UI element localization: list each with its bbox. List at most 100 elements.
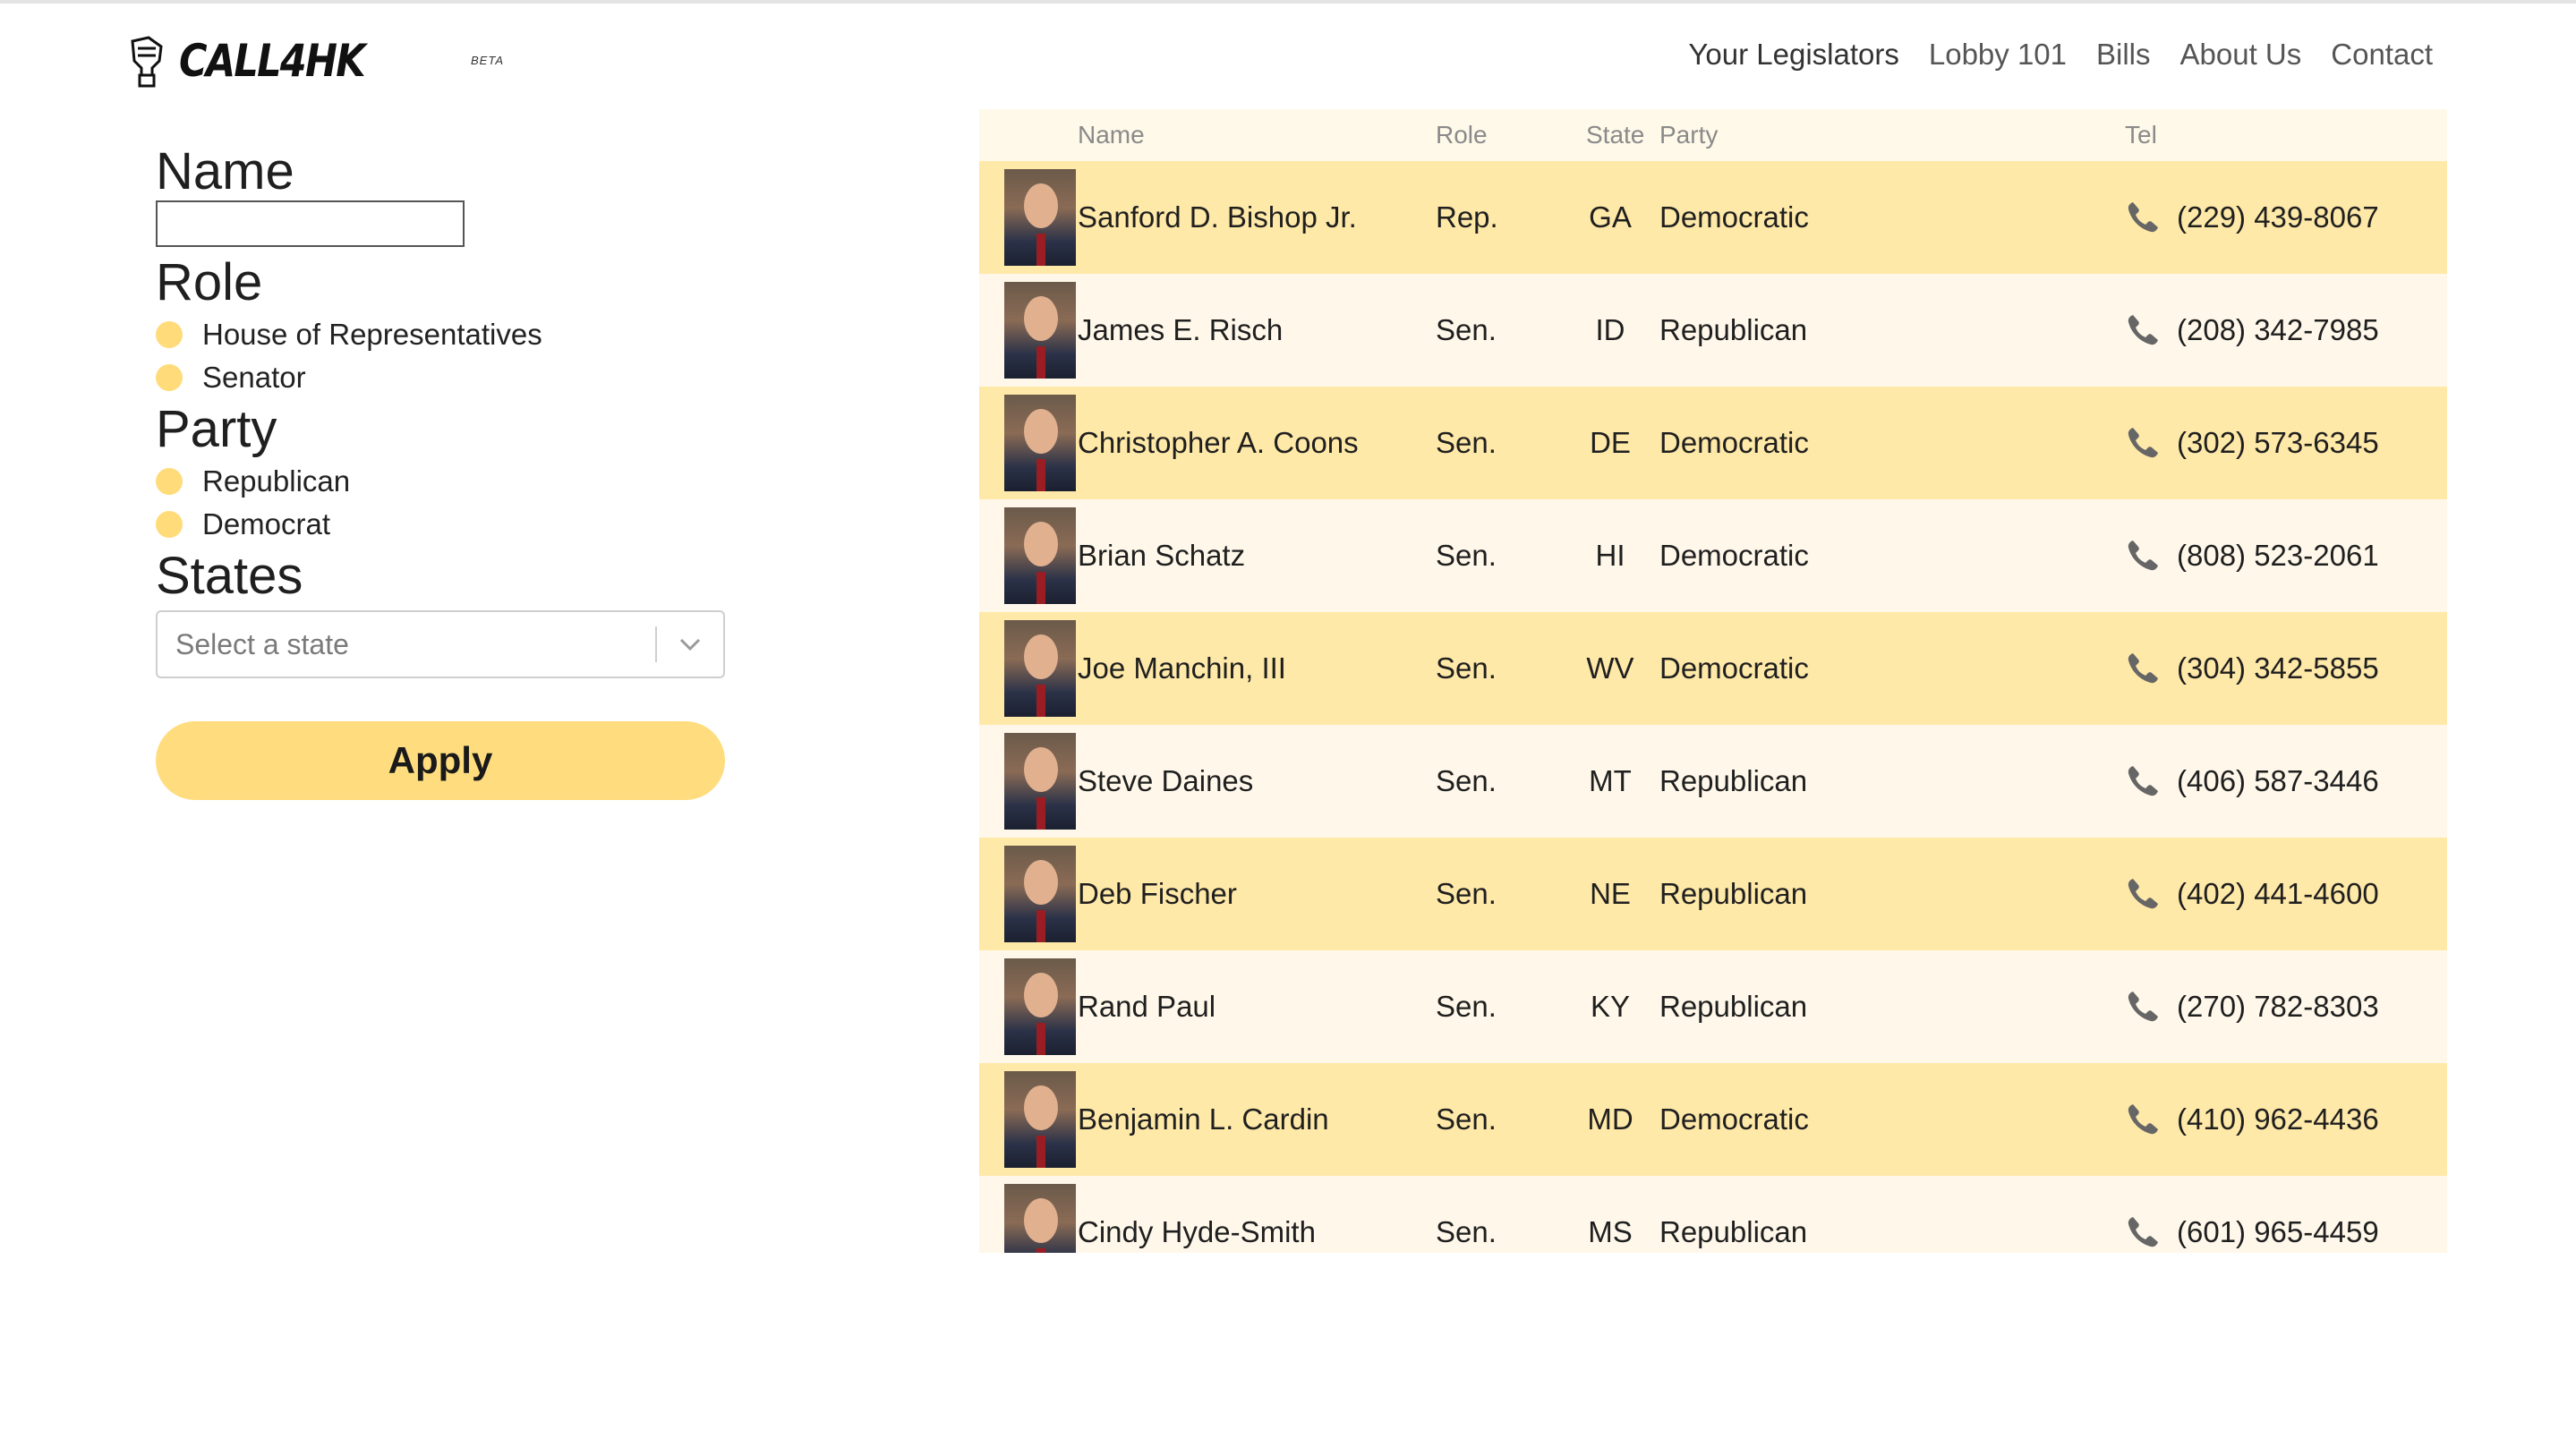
avatar-cell — [979, 1071, 1078, 1168]
legislator-state: NE — [1590, 877, 1631, 910]
phone-link[interactable]: (302) 573-6345 — [2125, 425, 2447, 461]
legislator-role: Sen. — [1436, 426, 1497, 459]
avatar-cell — [979, 395, 1078, 491]
phone-icon — [2128, 992, 2158, 1022]
role-radio-senator[interactable] — [156, 364, 183, 391]
legislator-name[interactable]: Rand Paul — [1078, 990, 1436, 1024]
phone-link[interactable]: (410) 962-4436 — [2125, 1102, 2447, 1137]
legislator-name[interactable]: Steve Daines — [1078, 764, 1436, 798]
party-heading: Party — [156, 400, 277, 458]
table-row[interactable]: Sanford D. Bishop Jr. Rep. GA Democratic (22… — [979, 161, 2447, 274]
table-row[interactable]: James E. Risch Sen. ID Republican (208) 342-… — [979, 274, 2447, 387]
legislator-name[interactable]: James E. Risch — [1078, 313, 1436, 347]
avatar-cell — [979, 282, 1078, 379]
role-heading: Role — [156, 253, 263, 311]
legislator-state: GA — [1589, 200, 1632, 234]
phone-link[interactable]: (601) 965-4459 — [2125, 1214, 2447, 1250]
legislators-table: Name Role State Party Tel Sanford D. Bis… — [979, 109, 2447, 1253]
table-row[interactable]: Deb Fischer Sen. NE Republican (402) 441-460… — [979, 838, 2447, 950]
legislator-role: Sen. — [1436, 539, 1497, 572]
legislator-role: Sen. — [1436, 313, 1497, 346]
table-row[interactable]: Joe Manchin, III Sen. WV Democratic (304) 34… — [979, 612, 2447, 725]
chevron-down-icon[interactable] — [657, 611, 723, 677]
table-row[interactable]: Rand Paul Sen. KY Republican (270) 782-8303 — [979, 950, 2447, 1063]
nav-about-us[interactable]: About Us — [2180, 38, 2302, 72]
legislator-party: Republican — [1659, 990, 1808, 1023]
legislator-state: HI — [1595, 539, 1625, 572]
avatar — [1004, 282, 1076, 379]
legislator-name[interactable]: Brian Schatz — [1078, 539, 1436, 573]
legislator-party: Republican — [1659, 764, 1808, 797]
phone-number[interactable]: (302) 573-6345 — [2177, 426, 2379, 460]
legislator-name[interactable]: Benjamin L. Cardin — [1078, 1102, 1436, 1136]
name-input[interactable] — [156, 200, 465, 247]
col-header-party[interactable]: Party — [1659, 121, 2125, 149]
phone-number[interactable]: (808) 523-2061 — [2177, 539, 2379, 573]
role-radio-house[interactable] — [156, 321, 183, 348]
nav-your-legislators[interactable]: Your Legislators — [1688, 38, 1898, 72]
legislator-state: MT — [1589, 764, 1632, 797]
phone-number[interactable]: (402) 441-4600 — [2177, 877, 2379, 911]
phone-link[interactable]: (402) 441-4600 — [2125, 876, 2447, 912]
legislator-name[interactable]: Cindy Hyde-Smith — [1078, 1215, 1436, 1249]
legislator-role: Sen. — [1436, 651, 1497, 685]
legislator-name[interactable]: Sanford D. Bishop Jr. — [1078, 200, 1436, 234]
legislator-name[interactable]: Christopher A. Coons — [1078, 426, 1436, 460]
legislator-role: Sen. — [1436, 877, 1497, 910]
phone-link[interactable]: (304) 342-5855 — [2125, 651, 2447, 686]
table-row[interactable]: Christopher A. Coons Sen. DE Democratic (302… — [979, 387, 2447, 499]
legislator-name[interactable]: Joe Manchin, III — [1078, 651, 1436, 685]
table-row[interactable]: Brian Schatz Sen. HI Democratic (808) 523-20… — [979, 499, 2447, 612]
phone-link[interactable]: (406) 587-3446 — [2125, 763, 2447, 799]
phone-number[interactable]: (601) 965-4459 — [2177, 1215, 2379, 1249]
phone-link[interactable]: (229) 439-8067 — [2125, 200, 2447, 235]
legislator-party: Democratic — [1659, 426, 1809, 459]
role-option-house[interactable]: House of Representatives — [156, 313, 729, 356]
nav-bills[interactable]: Bills — [2096, 38, 2151, 72]
phone-link[interactable]: (808) 523-2061 — [2125, 538, 2447, 574]
col-header-name[interactable]: Name — [1078, 121, 1436, 149]
phone-link[interactable]: (208) 342-7985 — [2125, 312, 2447, 348]
party-radio-republican[interactable] — [156, 468, 183, 495]
phone-number[interactable]: (304) 342-5855 — [2177, 651, 2379, 685]
avatar — [1004, 958, 1076, 1055]
legislator-state: KY — [1590, 990, 1631, 1023]
legislator-state: WV — [1586, 651, 1634, 685]
col-header-state[interactable]: State — [1561, 121, 1659, 149]
avatar-cell — [979, 620, 1078, 717]
party-option-democrat[interactable]: Democrat — [156, 503, 729, 546]
legislator-party: Democratic — [1659, 651, 1809, 685]
legislator-name[interactable]: Deb Fischer — [1078, 877, 1436, 911]
table-row[interactable]: Cindy Hyde-Smith Sen. MS Republican (601) 96… — [979, 1176, 2447, 1253]
beta-badge: BETA — [471, 54, 504, 67]
table-row[interactable]: Steve Daines Sen. MT Republican (406) 587-34… — [979, 725, 2447, 838]
phone-number[interactable]: (208) 342-7985 — [2177, 313, 2379, 347]
phone-icon — [2128, 315, 2158, 345]
legislator-party: Republican — [1659, 313, 1808, 346]
phone-number[interactable]: (270) 782-8303 — [2177, 990, 2379, 1024]
nav-contact[interactable]: Contact — [2331, 38, 2433, 72]
table-row[interactable]: Benjamin L. Cardin Sen. MD Democratic (410) … — [979, 1063, 2447, 1176]
avatar — [1004, 1184, 1076, 1253]
filter-panel: Name Role House of Representatives Senat… — [156, 141, 729, 800]
phone-number[interactable]: (406) 587-3446 — [2177, 764, 2379, 798]
fist-mascot-icon — [131, 36, 163, 88]
state-select[interactable]: Select a state — [156, 610, 725, 678]
phone-number[interactable]: (410) 962-4436 — [2177, 1102, 2379, 1136]
brand-logo[interactable]: CALL4HK BETA — [125, 34, 503, 88]
role-option-senator[interactable]: Senator — [156, 356, 729, 399]
avatar-cell — [979, 507, 1078, 604]
phone-icon — [2128, 653, 2158, 684]
party-option-republican[interactable]: Republican — [156, 460, 729, 503]
states-heading: States — [156, 547, 303, 605]
col-header-role[interactable]: Role — [1436, 121, 1561, 149]
avatar — [1004, 395, 1076, 491]
nav-lobby-101[interactable]: Lobby 101 — [1929, 38, 2067, 72]
party-radio-democrat[interactable] — [156, 511, 183, 538]
legislator-party: Democratic — [1659, 539, 1809, 572]
phone-icon — [2128, 202, 2158, 233]
apply-button[interactable]: Apply — [156, 721, 725, 800]
phone-link[interactable]: (270) 782-8303 — [2125, 989, 2447, 1025]
phone-number[interactable]: (229) 439-8067 — [2177, 200, 2379, 234]
avatar — [1004, 846, 1076, 942]
